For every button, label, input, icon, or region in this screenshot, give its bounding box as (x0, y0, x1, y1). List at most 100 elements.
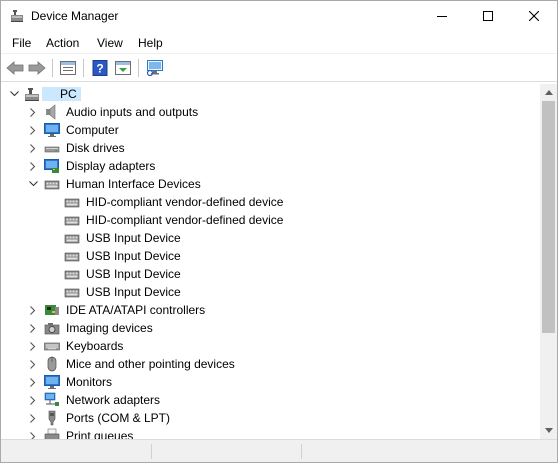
tree-item-usb-input-device[interactable]: USB Input Device (2, 265, 540, 283)
tree-item-imaging-devices[interactable]: Imaging devices (2, 319, 540, 337)
expand-chevron[interactable] (28, 340, 38, 352)
tree-item-label: Computer (66, 123, 119, 137)
tree-item-ide-controllers[interactable]: IDE ATA/ATAPI controllers (2, 301, 540, 319)
computer-tower-icon (25, 88, 39, 101)
chevron-down-icon (9, 91, 19, 97)
tree-item-mice[interactable]: Mice and other pointing devices (2, 355, 540, 373)
menu-help[interactable]: Help (138, 36, 163, 50)
monitor-scan-icon (146, 60, 163, 76)
tree-item-computer[interactable]: Computer (2, 121, 540, 139)
expand-chevron[interactable] (28, 430, 38, 439)
properties-button[interactable] (57, 57, 79, 79)
device-manager-app-icon (11, 10, 23, 22)
tree-root-label: PC (42, 87, 81, 101)
chevron-right-icon (30, 431, 36, 439)
device-tree[interactable]: PC Audio inputs and outputs Computer Dis… (2, 84, 540, 439)
monitor-icon (44, 375, 60, 389)
tree-item-label: Audio inputs and outputs (66, 105, 199, 119)
help-icon: ? (92, 60, 108, 76)
tree-item-audio[interactable]: Audio inputs and outputs (2, 103, 540, 121)
tree-item-monitors[interactable]: Monitors (2, 373, 540, 391)
toolbar: ? (1, 54, 557, 82)
tree-item-usb-input-device[interactable]: USB Input Device (2, 229, 540, 247)
mouse-icon (47, 356, 57, 372)
tree-item-display-adapters[interactable]: Display adapters (2, 157, 540, 175)
tree-root-row[interactable]: PC (2, 85, 540, 103)
scan-hardware-button[interactable] (144, 57, 166, 79)
display-adapter-icon (44, 159, 59, 173)
expand-chevron[interactable] (28, 412, 38, 424)
scroll-up-button[interactable] (540, 84, 557, 101)
hid-icon (64, 252, 80, 262)
tree-item-label: Monitors (66, 375, 113, 389)
expand-chevron[interactable] (28, 124, 38, 136)
chevron-right-icon (30, 413, 36, 423)
back-button[interactable] (4, 57, 26, 79)
device-manager-window: Device Manager File Action View Help ? P… (0, 0, 558, 463)
expand-chevron[interactable] (28, 394, 38, 406)
tree-item-keyboards[interactable]: Keyboards (2, 337, 540, 355)
title-bar[interactable]: Device Manager (1, 1, 557, 31)
hid-icon (64, 288, 80, 298)
tree-item-print-queues[interactable]: Print queues (2, 427, 540, 439)
hid-icon (44, 180, 60, 190)
tree-item-label: USB Input Device (86, 285, 181, 299)
chevron-right-icon (30, 341, 36, 351)
vertical-scrollbar[interactable] (540, 84, 557, 439)
collapse-chevron[interactable] (9, 88, 19, 100)
tree-item-usb-input-device[interactable]: USB Input Device (2, 247, 540, 265)
update-driver-button[interactable] (112, 57, 134, 79)
close-button[interactable] (511, 1, 557, 31)
expand-chevron[interactable] (28, 304, 38, 316)
expand-chevron[interactable] (28, 160, 38, 172)
scroll-thumb[interactable] (542, 101, 555, 333)
expand-chevron[interactable] (28, 106, 38, 118)
network-adapter-icon (44, 392, 59, 406)
computer-icon (44, 123, 60, 137)
expand-chevron[interactable] (28, 322, 38, 334)
toolbar-separator (52, 59, 53, 77)
toolbar-separator (138, 59, 139, 77)
tree-item-hid-device[interactable]: HID-compliant vendor-defined device (2, 211, 540, 229)
tree-item-human-interface-devices[interactable]: Human Interface Devices (2, 175, 540, 193)
chevron-right-icon (30, 377, 36, 387)
tree-item-disk-drives[interactable]: Disk drives (2, 139, 540, 157)
chevron-right-icon (30, 143, 36, 153)
tree-item-label: USB Input Device (86, 249, 181, 263)
tree-item-label: IDE ATA/ATAPI controllers (66, 303, 206, 317)
tree-item-ports[interactable]: Ports (COM & LPT) (2, 409, 540, 427)
forward-arrow-icon (28, 61, 46, 75)
tree-item-hid-device[interactable]: HID-compliant vendor-defined device (2, 193, 540, 211)
menu-file[interactable]: File (12, 36, 31, 50)
chevron-right-icon (30, 359, 36, 369)
tree-item-usb-input-device[interactable]: USB Input Device (2, 283, 540, 301)
printer-icon (44, 428, 60, 439)
help-button[interactable]: ? (89, 57, 111, 79)
menu-action[interactable]: Action (46, 36, 79, 50)
keyboard-icon (44, 342, 60, 351)
forward-button[interactable] (26, 57, 48, 79)
maximize-button[interactable] (465, 1, 511, 31)
expand-chevron[interactable] (28, 358, 38, 370)
tree-item-label: HID-compliant vendor-defined device (86, 213, 284, 227)
scroll-down-button[interactable] (540, 422, 557, 439)
camera-icon (44, 323, 60, 335)
port-icon (48, 410, 56, 426)
hid-icon (64, 270, 80, 280)
chevron-right-icon (30, 125, 36, 135)
tree-item-label: Network adapters (66, 393, 161, 407)
hid-icon (64, 198, 80, 208)
expand-chevron[interactable] (28, 376, 38, 388)
close-icon (529, 11, 539, 21)
menu-view[interactable]: View (97, 36, 123, 50)
tree-item-network-adapters[interactable]: Network adapters (2, 391, 540, 409)
chevron-down-icon (544, 428, 553, 433)
collapse-chevron[interactable] (28, 178, 38, 190)
minimize-button[interactable] (419, 1, 465, 31)
chevron-down-icon (28, 181, 38, 187)
status-divider (301, 444, 302, 459)
tree-item-label: Mice and other pointing devices (66, 357, 235, 371)
expand-chevron[interactable] (28, 142, 38, 154)
tree-item-label: Keyboards (66, 339, 124, 353)
back-arrow-icon (6, 61, 24, 75)
